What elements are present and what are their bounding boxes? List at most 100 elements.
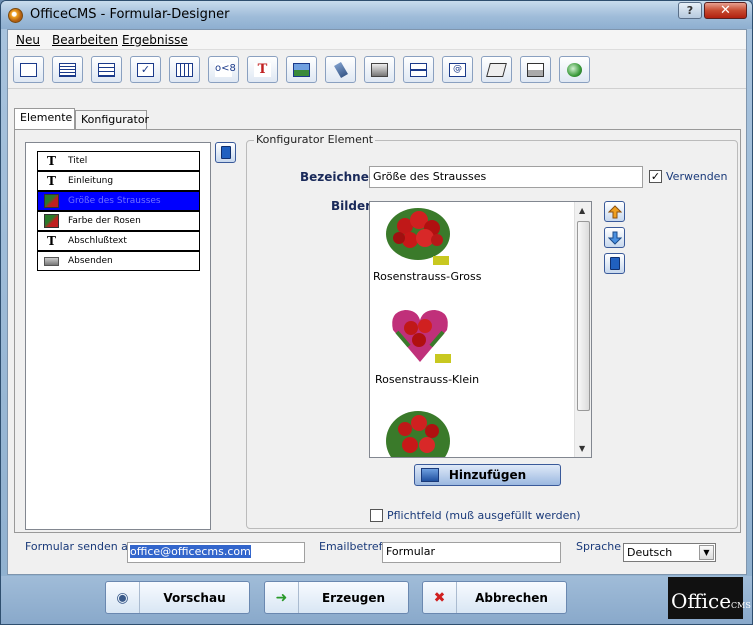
close-button[interactable]: ✕ [704,2,747,19]
list-item[interactable]: T Abschlußtext [37,231,200,251]
image-element-icon [44,214,59,228]
menu-neu[interactable]: Neu [16,33,40,47]
logo-text: Office [671,589,732,613]
separator-button[interactable] [403,56,434,83]
logo-small-text: CMS [731,601,751,610]
attachment-button[interactable] [325,56,356,83]
close-icon: ✖ [423,582,457,613]
menu-bar: Neu Bearbeiten Ergebnisse [8,30,746,50]
group-title: Konfigurator Element [254,133,376,146]
single-field-icon [20,62,37,77]
list-item-label: Farbe der Rosen [68,216,141,226]
button-element-button[interactable] [364,56,395,83]
send-to-value: office@officecms.com [130,545,251,558]
image-caption: Rosenstrauss-Klein [375,373,480,386]
preview-label: Vorschau [163,590,226,605]
officecms-logo: OfficeCMS [668,577,751,619]
folder-icon [421,468,439,482]
konfigurator-group: Konfigurator Element Bezeichner Größe de… [246,133,738,529]
generate-button[interactable]: ➜ Erzeugen [264,581,409,614]
email-icon: @ [449,62,466,77]
title-bar[interactable]: OfficeCMS - Formular-Designer ? ✕ [1,1,752,29]
globe-icon [567,62,582,77]
app-icon [8,8,23,23]
delete-image-button[interactable] [604,253,625,274]
list-item[interactable]: Größe des Strausses [37,191,200,211]
arrow-up-icon [607,204,622,218]
menu-neu-label: Neu [16,33,40,47]
image-list[interactable]: Rosenstrauss-Gross Rosenstrauss-Klein ▲ … [369,201,592,458]
bouquet-third-image [386,411,450,457]
menu-bearbeiten[interactable]: Bearbeiten [52,33,118,47]
image-list-scrollbar[interactable]: ▲ ▼ [574,202,591,457]
bezeichner-input[interactable]: Größe des Strausses [369,166,643,188]
cancel-button[interactable]: ✖ Abbrechen [422,581,567,614]
window-title: OfficeCMS - Formular-Designer [30,7,230,22]
list-item[interactable]: Absenden [37,251,200,271]
image-caption: Rosenstrauss-Gross [373,270,482,283]
help-button[interactable]: ? [678,2,702,19]
chevron-down-icon[interactable]: ▼ [699,545,714,560]
list-item[interactable]: Farbe der Rosen [37,211,200,231]
list-item[interactable]: T Einleitung [37,171,200,191]
image-button[interactable] [286,56,317,83]
text-icon: T [47,174,56,188]
bezeichner-label: Bezeichner [300,170,375,184]
single-field-button[interactable] [13,56,44,83]
email-button[interactable]: @ [442,56,473,83]
generate-label: Erzeugen [321,590,386,605]
language-label: Sprache [576,540,622,553]
button-icon [371,62,388,77]
note-button[interactable] [481,56,512,83]
document-icon [609,257,620,270]
subject-input[interactable]: Formular [382,542,561,563]
checkbox-button[interactable]: ✓ [130,56,161,83]
language-value: Deutsch [627,546,673,559]
move-down-button[interactable] [604,227,625,248]
stamp-button[interactable] [520,56,551,83]
main-window: OfficeCMS - Formular-Designer ? ✕ Neu Be… [0,0,753,625]
tab-konfigurator[interactable]: Konfigurator [75,110,149,129]
arrow-down-icon [607,231,622,245]
list-item-label: Titel [68,156,88,166]
list-item-label: Einleitung [68,176,114,186]
title-text-icon: T [254,62,271,77]
list-item[interactable]: T Titel [37,151,200,171]
arrow-right-icon: ➜ [265,582,299,613]
scroll-thumb[interactable] [577,221,590,411]
pflichtfeld-checkbox[interactable] [370,509,383,522]
menu-ergebnisse[interactable]: Ergebnisse [122,33,188,47]
table-button[interactable] [169,56,200,83]
cancel-label: Abbrechen [475,590,548,605]
list-item-label: Abschlußtext [68,236,127,246]
scroll-up-icon[interactable]: ▲ [579,206,585,215]
preview-button[interactable]: ◉ Vorschau [105,581,250,614]
list-button[interactable] [91,56,122,83]
image-icon [293,62,310,77]
language-select[interactable]: Deutsch ▼ [623,543,716,562]
separator-icon [410,62,427,77]
text-block-button[interactable] [52,56,83,83]
delete-element-button[interactable] [215,142,236,163]
send-to-input[interactable]: office@officecms.com [127,542,305,563]
branch-icon: o<8 [215,62,236,77]
bilder-label: Bilder [331,199,372,213]
move-up-button[interactable] [604,201,625,222]
list-icon [98,62,115,77]
scroll-down-icon[interactable]: ▼ [579,444,585,453]
attachment-icon [333,61,348,78]
tab-elemente[interactable]: Elemente [14,108,75,129]
list-item-label: Größe des Strausses [68,196,161,206]
note-icon [486,62,507,77]
element-list[interactable]: T Titel T Einleitung Größe des Strausses F… [25,142,211,530]
verwenden-checkbox[interactable]: ✓ [649,170,662,183]
text-icon: T [47,234,56,248]
text-block-icon [59,62,76,77]
branch-button[interactable]: o<8 [208,56,239,83]
globe-button[interactable] [559,56,590,83]
title-text-button[interactable]: T [247,56,278,83]
send-to-label: Formular senden an [25,540,135,553]
image-element-icon [44,194,59,208]
add-image-button[interactable]: Hinzufügen [414,464,561,486]
verwenden-label: Verwenden [666,170,728,183]
